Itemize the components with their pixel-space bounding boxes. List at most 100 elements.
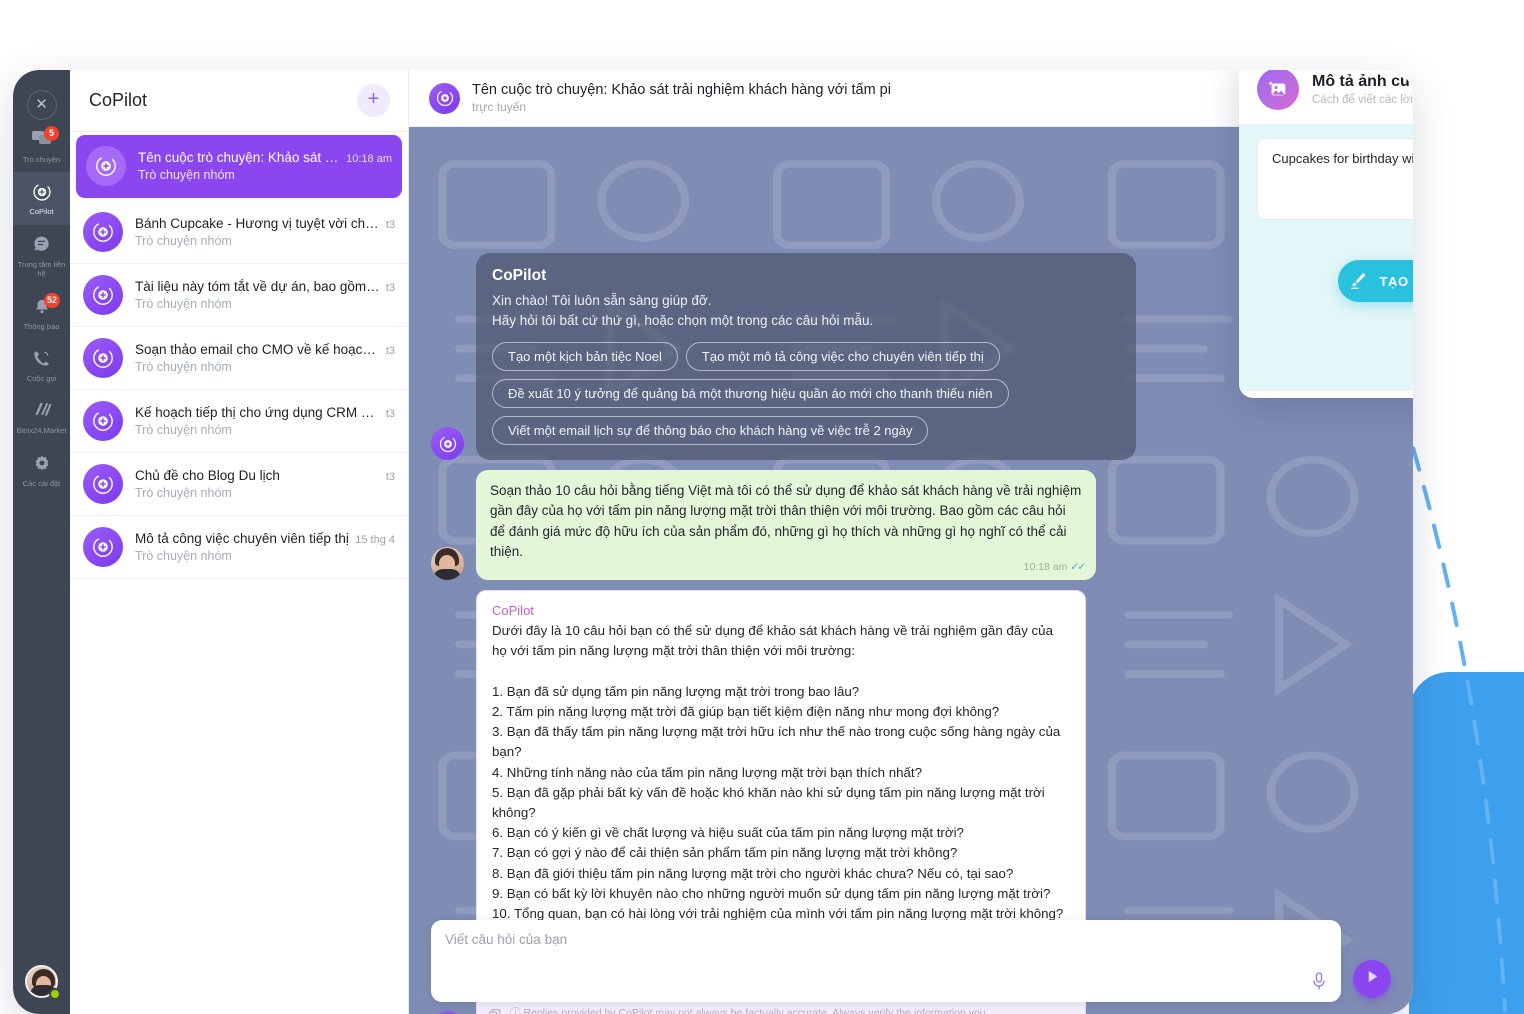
list-item[interactable]: Chủ đề cho Blog Du lịch t3 Trò chuyện nh… bbox=[70, 453, 408, 516]
suggestion-chip[interactable]: Viết một email lịch sự để thông báo cho … bbox=[492, 416, 929, 446]
avatar bbox=[431, 547, 464, 581]
chat-status: trực tuyến bbox=[472, 100, 527, 114]
list-item-title: Mô tả công việc chuyên viên tiếp thị bbox=[135, 531, 349, 546]
send-button[interactable] bbox=[1353, 960, 1391, 998]
gear-icon bbox=[13, 454, 70, 476]
list-item-subtitle: Trò chuyện nhóm bbox=[135, 549, 232, 563]
composer: Viết câu hỏi của bạn bbox=[431, 920, 1391, 1002]
nav-rail: ✕ 5 Trò chuyện CoPilot Trung tâm liên hệ bbox=[13, 70, 70, 1014]
message-input[interactable]: Viết câu hỏi của bạn bbox=[431, 920, 1341, 1002]
list-item-time: 15 thg 4 bbox=[355, 534, 395, 546]
read-receipt-icon: ✓✓ bbox=[1070, 561, 1086, 574]
user-message-text: Soạn thảo 10 câu hỏi bằng tiếng Việt mà … bbox=[490, 483, 1082, 559]
chat-badge: 5 bbox=[44, 126, 59, 141]
chat-title: Tên cuộc trò chuyện: Khảo sát trải nghiệ… bbox=[472, 82, 891, 98]
image-prompt-input[interactable]: Cupcakes for birthday with peonies bbox=[1257, 138, 1413, 220]
list-item[interactable]: Tên cuộc trò chuyện: Khảo sát trả... 10:… bbox=[76, 135, 402, 198]
suggestion-chip[interactable]: Tạo một kịch bản tiệc Noel bbox=[492, 342, 678, 372]
image-prompt-body: Cupcakes for birthday with peonies TẠO S… bbox=[1239, 124, 1413, 391]
nav-item-contact-center[interactable]: Trung tâm liên hệ bbox=[13, 225, 70, 287]
suggestion-chip[interactable]: Tạo một mô tả công việc cho chuyên viên … bbox=[685, 342, 1000, 372]
phone-icon bbox=[13, 349, 70, 371]
copilot-avatar-icon bbox=[86, 146, 126, 186]
list-item[interactable]: Bánh Cupcake - Hương vị tuyệt vời cho ..… bbox=[70, 201, 408, 264]
nav-item-settings[interactable]: Các cài đặt bbox=[13, 444, 70, 496]
notifications-badge: 52 bbox=[44, 292, 61, 308]
list-item[interactable]: Mô tả công việc chuyên viên tiếp thị 15 … bbox=[70, 516, 408, 579]
microphone-icon[interactable] bbox=[1311, 972, 1327, 990]
nav-label-calls: Cuộc gọi bbox=[26, 373, 57, 383]
market-icon bbox=[13, 401, 70, 423]
list-item-time: t3 bbox=[385, 282, 395, 294]
intro-sender-name: CoPilot bbox=[492, 267, 547, 284]
image-prompt-header: Mô tả ảnh của bạn Cách để viết các lời n… bbox=[1239, 70, 1413, 124]
close-icon[interactable]: ✕ bbox=[26, 90, 57, 120]
copilot-avatar-icon bbox=[83, 275, 123, 315]
list-item[interactable]: Kế hoạch tiếp thị cho ứng dụng CRM vớ...… bbox=[70, 390, 408, 453]
nav-label-copilot: CoPilot bbox=[29, 207, 54, 217]
copilot-avatar-icon bbox=[429, 82, 460, 114]
nav-label-notifications: Thông báo bbox=[23, 321, 60, 331]
image-panel-title: Mô tả ảnh của bạn bbox=[1312, 72, 1413, 90]
list-item-subtitle: Trò chuyện nhóm bbox=[138, 168, 235, 182]
list-item[interactable]: Tài liệu này tóm tắt về dự án, bao gồm .… bbox=[70, 264, 408, 327]
list-item-title: Soạn thảo email cho CMO về kế hoạch ... bbox=[135, 342, 380, 357]
disclaimer-body: Replies provided by CoPilot may not alwa… bbox=[523, 1006, 986, 1014]
copilot-avatar-icon bbox=[83, 212, 123, 252]
image-generate-icon bbox=[1257, 70, 1299, 110]
copilot-avatar-icon bbox=[83, 464, 123, 504]
list-item-time: t3 bbox=[385, 408, 395, 420]
nav-item-notifications[interactable]: 52 Thông báo bbox=[13, 287, 70, 339]
copilot-icon bbox=[13, 182, 70, 204]
message-user: Soạn thảo 10 câu hỏi bằng tiếng Việt mà … bbox=[431, 470, 1391, 581]
chat-icon bbox=[13, 130, 70, 152]
image-prompt-panel: ⌃ Mô tả ảnh của bạn Cách để viết các lời… bbox=[1239, 70, 1413, 398]
contact-center-icon bbox=[13, 235, 70, 257]
conversation-header: CoPilot + bbox=[70, 70, 408, 132]
intro-line-1: Xin chào! Tôi luôn sẵn sàng giúp đỡ. bbox=[492, 293, 712, 308]
user-message-meta: 10:18 am ✓✓ bbox=[1023, 560, 1086, 576]
suggestion-chips: Tạo một kịch bản tiệc Noel Tạo một mô tả… bbox=[492, 342, 1120, 446]
list-item-title: Chủ đề cho Blog Du lịch bbox=[135, 468, 280, 483]
list-item-time: 10:18 am bbox=[346, 153, 392, 165]
list-item[interactable]: Soạn thảo email cho CMO về kế hoạch ... … bbox=[70, 327, 408, 390]
nav-item-market[interactable]: Bitrix24.Market bbox=[13, 391, 70, 443]
list-item-subtitle: Trò chuyện nhóm bbox=[135, 234, 232, 248]
list-item-title: Tên cuộc trò chuyện: Khảo sát trả... bbox=[138, 150, 341, 165]
suggestion-chip[interactable]: Đề xuất 10 ý tưởng để quảng bá một thươn… bbox=[492, 379, 1009, 409]
copilot-avatar-icon bbox=[83, 338, 123, 378]
send-icon bbox=[1365, 969, 1380, 989]
intro-line-2: Hãy hỏi tôi bất cứ thứ gì, hoặc chọn một… bbox=[492, 312, 874, 328]
list-item-time: t3 bbox=[385, 219, 395, 231]
disclaimer-text: ⓘ Replies provided by CoPilot may not al… bbox=[510, 1006, 1073, 1014]
nav-item-calls[interactable]: Cuộc gọi bbox=[13, 339, 70, 391]
nav-item-chat[interactable]: 5 Trò chuyện bbox=[13, 120, 70, 172]
add-conversation-button[interactable]: + bbox=[357, 84, 390, 117]
copilot-avatar-icon bbox=[431, 427, 464, 461]
copy-icon[interactable] bbox=[488, 1008, 501, 1014]
bell-icon bbox=[13, 297, 70, 319]
conversation-panel: CoPilot + Tên cuộc trò chuyện: Khảo sát … bbox=[70, 70, 409, 1014]
copilot-avatar-icon bbox=[83, 401, 123, 441]
conversation-list: Tên cuộc trò chuyện: Khảo sát trả... 10:… bbox=[70, 135, 408, 579]
generate-image-label: TẠO SINH ẢNH bbox=[1379, 273, 1413, 289]
nav-item-copilot[interactable]: CoPilot bbox=[13, 172, 70, 225]
brush-icon bbox=[1347, 269, 1369, 294]
copilot-avatar-icon bbox=[83, 527, 123, 567]
list-item-time: t3 bbox=[385, 471, 395, 483]
list-item-subtitle: Trò chuyện nhóm bbox=[135, 360, 232, 374]
generate-image-button[interactable]: TẠO SINH ẢNH bbox=[1338, 260, 1413, 302]
app-window: ✕ 5 Trò chuyện CoPilot Trung tâm liên hệ bbox=[13, 70, 1413, 1014]
image-panel-subtitle[interactable]: Cách để viết các lời nhắc hiệu quả bbox=[1312, 94, 1413, 106]
bot-sender-name: CoPilot bbox=[492, 603, 534, 619]
list-item-subtitle: Trò chuyện nhóm bbox=[135, 486, 232, 500]
nav-label-chat: Trò chuyện bbox=[22, 155, 61, 164]
list-item-time: t3 bbox=[385, 345, 395, 357]
list-item-subtitle: Trò chuyện nhóm bbox=[135, 423, 232, 437]
nav-label-market: Bitrix24.Market bbox=[16, 426, 67, 436]
user-message-time: 10:18 am bbox=[1023, 561, 1068, 574]
list-item-subtitle: Trò chuyện nhóm bbox=[135, 297, 232, 311]
status-badge-online bbox=[49, 988, 61, 1000]
app-root: ✕ 5 Trò chuyện CoPilot Trung tâm liên hệ bbox=[0, 0, 1524, 1014]
list-item-title: Kế hoạch tiếp thị cho ứng dụng CRM vớ... bbox=[135, 405, 380, 420]
